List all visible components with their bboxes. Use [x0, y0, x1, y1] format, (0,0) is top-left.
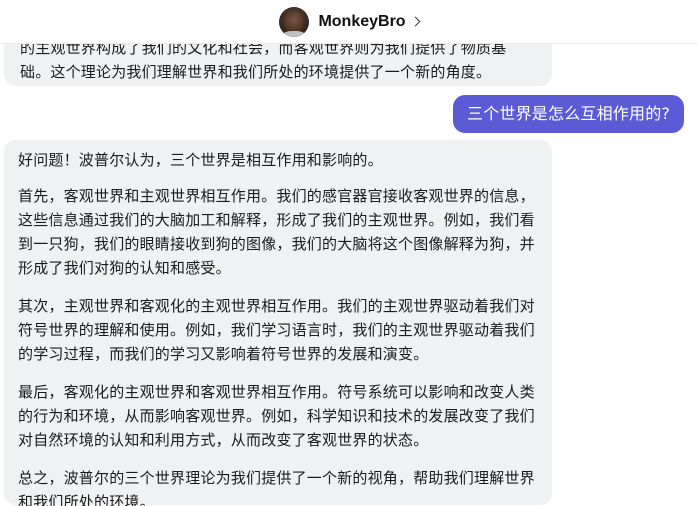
outgoing-message-text: 三个世界是怎么互相作用的?	[467, 104, 671, 123]
message-line: 础。这个理论为我们理解世界和我们所处的环境提供了一个新的角度。	[20, 63, 492, 81]
reply-paragraph-1: 好问题！波普尔认为，三个世界是相互作用和影响的。	[18, 151, 383, 169]
reply-paragraph-2: 首先，客观世界和主观世界相互作用。我们的感官器官接收客观世界的信息，这些信息通过…	[18, 187, 535, 277]
contact-info-button[interactable]: MonkeyBro	[279, 6, 421, 37]
reply-paragraph-3: 其次，主观世界和客观化的主观世界相互作用。我们的主观世界驱动着我们对符号世界的理…	[18, 297, 535, 363]
chat-screen: 的主观世界构成了我们的文化和社会，而客观世界则为我们提供了物质基 础。这个理论为…	[0, 0, 698, 506]
incoming-message-reply: 好问题！波普尔认为，三个世界是相互作用和影响的。 首先，客观世界和主观世界相互作…	[4, 140, 552, 506]
reply-paragraph-4: 最后，客观化的主观世界和客观世界相互作用。符号系统可以影响和改变人类的行为和环境…	[18, 383, 535, 449]
chat-header: MonkeyBro	[0, 0, 698, 44]
chevron-right-icon	[410, 16, 421, 27]
contact-name: MonkeyBro	[318, 12, 406, 30]
avatar[interactable]	[279, 6, 310, 37]
outgoing-message: 三个世界是怎么互相作用的?	[453, 95, 685, 133]
reply-paragraph-5: 总之，波普尔的三个世界理论为我们提供了一个新的视角，帮助我们理解世界和我们所处的…	[18, 469, 535, 506]
